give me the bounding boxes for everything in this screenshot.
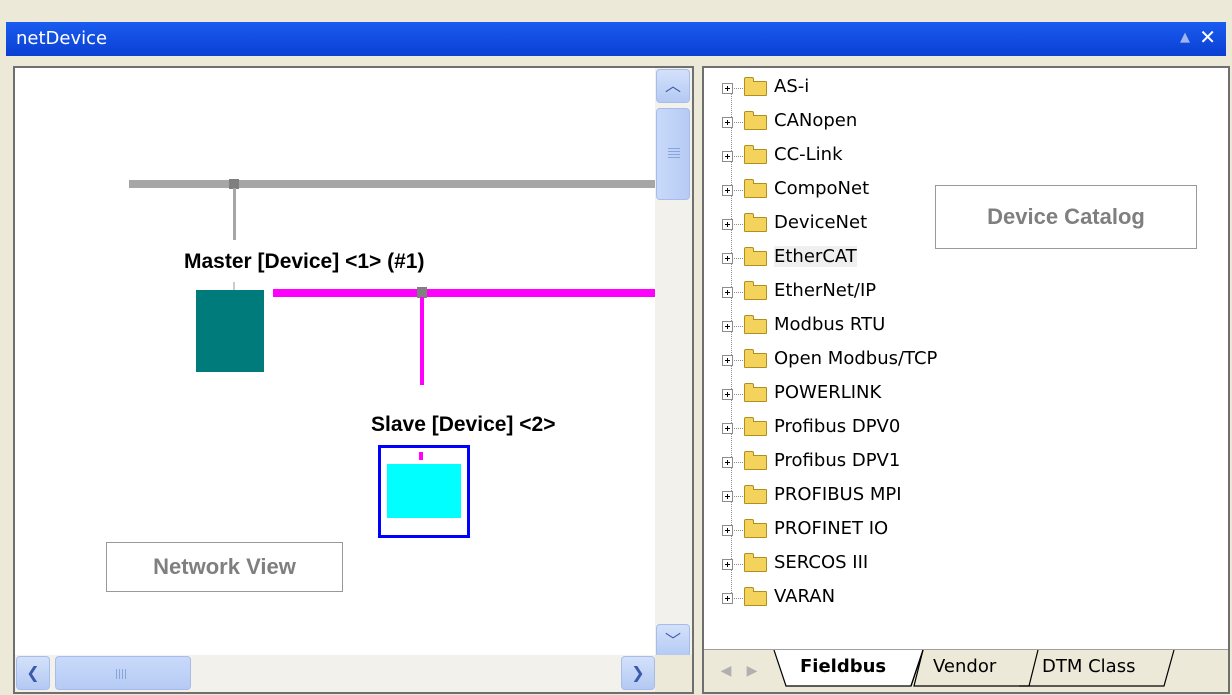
network-view-callout: Network View [106, 542, 343, 592]
tree-node-label: DeviceNet [774, 212, 868, 233]
expand-icon[interactable] [722, 593, 733, 604]
master-connector-stub [233, 282, 235, 290]
panel-title-bar[interactable]: netDevice ▲ ✕ [6, 22, 1226, 56]
pin-icon[interactable]: ▲ [1180, 30, 1190, 45]
tab-dtm-class[interactable]: DTM Class [1042, 650, 1135, 686]
folder-icon [744, 451, 767, 470]
device-catalog-pane[interactable]: AS-i CANopen CC-Link CompoNet DeviceNet … [702, 66, 1230, 694]
folder-icon [744, 111, 767, 130]
tab-vendor[interactable]: Vendor [933, 650, 996, 686]
slave-drop-line [420, 297, 424, 385]
master-upper-drop-line [233, 188, 236, 240]
expand-icon[interactable] [722, 559, 733, 570]
folder-icon [744, 587, 767, 606]
fieldbus-line [273, 289, 655, 297]
folder-icon [744, 553, 767, 572]
slave-connector-stub [419, 452, 423, 460]
folder-icon [744, 485, 767, 504]
tree-node-label: VARAN [774, 586, 836, 607]
panel-title: netDevice [16, 28, 108, 49]
master-device-label[interactable]: Master [Device] <1> (#1) [184, 250, 424, 274]
tree-node-label: AS-i [774, 76, 810, 97]
expand-icon[interactable] [722, 491, 733, 502]
expand-icon[interactable] [722, 423, 733, 434]
tree-node-label: EtherNet/IP [774, 280, 877, 301]
folder-icon [744, 145, 767, 164]
tree-node-label: PROFINET IO [774, 518, 889, 539]
tree-node-label: SERCOS III [774, 552, 869, 573]
scroll-down-button[interactable]: ﹀ [656, 624, 690, 658]
expand-icon[interactable] [722, 117, 733, 128]
tree-node-label: Modbus RTU [774, 314, 886, 335]
expand-icon[interactable] [722, 525, 733, 536]
slave-device-label[interactable]: Slave [Device] <2> [371, 413, 555, 437]
tree-node-label: CC-Link [774, 144, 843, 165]
scroll-right-button[interactable]: ❯ [621, 656, 655, 690]
expand-icon[interactable] [722, 151, 733, 162]
expand-icon[interactable] [722, 287, 733, 298]
slave-device-block[interactable] [387, 464, 461, 518]
scroll-up-button[interactable]: ︿ [656, 69, 690, 103]
scrollbar-corner [655, 655, 692, 692]
expand-icon[interactable] [722, 185, 733, 196]
tree-node-label: CompoNet [774, 178, 870, 199]
folder-icon [744, 315, 767, 334]
expand-icon[interactable] [722, 83, 733, 94]
expand-icon[interactable] [722, 321, 733, 332]
folder-icon [744, 417, 767, 436]
tree-node-label: POWERLINK [774, 382, 882, 403]
scroll-left-button[interactable]: ❮ [16, 656, 50, 690]
expand-icon[interactable] [722, 219, 733, 230]
folder-icon [744, 281, 767, 300]
horizontal-scrollbar[interactable]: ❮ ❯ [15, 655, 659, 692]
vertical-scroll-thumb[interactable] [656, 108, 690, 200]
network-view-pane[interactable]: Master [Device] <1> (#1) Slave [Device] … [13, 66, 694, 694]
folder-icon [744, 349, 767, 368]
horizontal-scroll-thumb[interactable] [55, 656, 191, 690]
catalog-tab-strip: ◀ ▶ Fieldbus Vendor DTM Class [704, 649, 1228, 692]
master-device-block[interactable] [196, 290, 264, 372]
device-catalog-callout: Device Catalog [935, 185, 1197, 249]
vertical-scrollbar[interactable]: ︿ ﹀ [655, 68, 692, 659]
folder-icon [744, 77, 767, 96]
open-folder-icon [744, 247, 767, 266]
folder-icon [744, 213, 767, 232]
expand-icon[interactable] [722, 355, 733, 366]
folder-icon [744, 519, 767, 538]
expand-icon[interactable] [722, 457, 733, 468]
tab-fieldbus[interactable]: Fieldbus [800, 650, 886, 686]
close-icon[interactable]: ✕ [1199, 25, 1216, 49]
tree-node-label: CANopen [774, 110, 858, 131]
upper-bus-line [129, 180, 655, 188]
tree-node-label: Profibus DPV1 [774, 450, 901, 471]
tree-node-label: PROFIBUS MPI [774, 484, 902, 505]
tree-node-label: Profibus DPV0 [774, 416, 901, 437]
folder-icon [744, 383, 767, 402]
folder-icon [744, 179, 767, 198]
tree-node-label: Open Modbus/TCP [774, 348, 938, 369]
tree-node-label: EtherCAT [774, 246, 857, 267]
expand-icon[interactable] [722, 389, 733, 400]
expand-icon[interactable] [722, 253, 733, 264]
